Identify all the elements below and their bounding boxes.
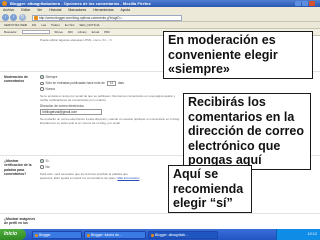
- firefox-icon: [86, 233, 90, 237]
- toolbar-item[interactable]: Library: [78, 30, 87, 34]
- url-text: http://www.blogger.com/blog-options-comm…: [39, 15, 125, 20]
- callout-verification: Aquí se recomienda elegir “sí”: [168, 165, 252, 213]
- system-tray: 10:12: [276, 229, 320, 240]
- radio-selected[interactable]: [40, 159, 44, 163]
- navigation-bar: ‹ › ↻ http://www.blogger.com/blog-option…: [0, 13, 320, 22]
- close-button[interactable]: [309, 1, 315, 6]
- moderation-option-days[interactable]: Sólo en entradas publicadas hace más de 1…: [40, 81, 124, 86]
- callout-moderation: En moderación es conveniente elegir «sie…: [163, 31, 313, 79]
- more-info-link[interactable]: Más información: [117, 176, 139, 180]
- search-input[interactable]: [21, 30, 50, 35]
- clock: 10:12: [307, 232, 317, 236]
- radio[interactable]: [40, 81, 44, 85]
- email-description: Se enviarán un correo electrónico a esta…: [40, 117, 180, 126]
- start-button[interactable]: Inicio: [0, 229, 26, 240]
- bookmarks-toolbar: SERVITIZA WEB Kbr Las Twitter Eu Tics SE…: [0, 22, 320, 29]
- forward-icon[interactable]: ›: [10, 14, 17, 21]
- html-tags-note: Puede utilizar algunas etiquetas HTML, c…: [40, 38, 113, 42]
- toolbar-item[interactable]: 360: [68, 30, 73, 34]
- email-field[interactable]: bibliogeisrai@gmail.com: [40, 109, 102, 115]
- email-label: Dirección de correo electrónico: [40, 104, 84, 108]
- firefox-icon: [34, 233, 38, 237]
- menu-ayuda[interactable]: Ayuda: [121, 8, 131, 12]
- moderation-description: Se te enviará un aviso por email de que …: [40, 94, 176, 103]
- verification-option-no[interactable]: No: [40, 165, 50, 170]
- bookmark-item[interactable]: Eu Tics: [65, 23, 75, 27]
- url-bar[interactable]: http://www.blogger.com/blog-options-comm…: [32, 14, 182, 21]
- firefox-icon: [150, 233, 154, 237]
- reload-icon[interactable]: ↻: [19, 14, 26, 21]
- bookmark-item[interactable]: Las: [41, 23, 46, 27]
- images-label: ¿Mostrar imágenes de perfil en los: [4, 217, 36, 226]
- site-favicon: [34, 16, 38, 20]
- maximize-button[interactable]: [302, 1, 308, 6]
- bookmark-item[interactable]: Kbr: [32, 23, 37, 27]
- firefox-icon: [2, 1, 7, 6]
- taskbar: Inicio Blogger Blogger: tutoría de... Bl…: [0, 229, 320, 240]
- moderation-option-never[interactable]: Nunca: [40, 87, 55, 92]
- back-icon[interactable]: ‹: [2, 14, 9, 21]
- verification-label: ¿Mostrar verificación de la palabra para…: [4, 159, 32, 177]
- menu-editar[interactable]: Editar: [21, 8, 30, 12]
- bookmark-item[interactable]: Twitter: [51, 23, 60, 27]
- radio[interactable]: [40, 87, 44, 91]
- toolbar-item[interactable]: Email: [92, 30, 100, 34]
- callout-email: Recibirás los comentarios en la direcció…: [183, 93, 311, 170]
- menu-herramientas[interactable]: Herramientas: [93, 8, 113, 12]
- radio-selected[interactable]: [40, 75, 44, 79]
- taskbar-item[interactable]: Blogger: [32, 230, 82, 239]
- browser-window: Blogger: altoagrikabularra - Opciones de…: [0, 0, 320, 240]
- taskbar-item-active[interactable]: Blogger: altoagrikab...: [148, 230, 218, 239]
- moderation-option-always[interactable]: Siempre: [40, 75, 57, 80]
- toolbar-item[interactable]: PDF: [104, 30, 110, 34]
- moderation-label: Moderación de comentarios: [4, 75, 28, 84]
- menu-historial[interactable]: Historial: [49, 8, 61, 12]
- menu-marcadores[interactable]: Marcadores: [68, 8, 86, 12]
- radio[interactable]: [40, 165, 44, 169]
- images-section: ¿Mostrar imágenes de perfil en los: [0, 213, 320, 229]
- window-title: Blogger: altoagrikabularra - Opciones de…: [10, 1, 151, 6]
- bookmark-item[interactable]: SERVITIZA WEB: [4, 23, 27, 27]
- days-input[interactable]: 14: [106, 81, 116, 86]
- menu-archivo[interactable]: Archivo: [3, 8, 14, 12]
- bookmark-item[interactable]: SEG_NOTICIA: [79, 23, 99, 27]
- minimize-button[interactable]: [295, 1, 301, 6]
- search-label: Buscador: [4, 30, 17, 34]
- menu-ver[interactable]: Ver: [37, 8, 42, 12]
- toolbar-item[interactable]: Shove: [54, 30, 63, 34]
- verification-description: Para sólo, será necesario que los lector…: [40, 172, 140, 181]
- title-bar: Blogger: altoagrikabularra - Opciones de…: [0, 0, 320, 7]
- verification-option-yes[interactable]: Sí: [40, 159, 49, 164]
- taskbar-item[interactable]: Blogger: tutoría de...: [84, 230, 146, 239]
